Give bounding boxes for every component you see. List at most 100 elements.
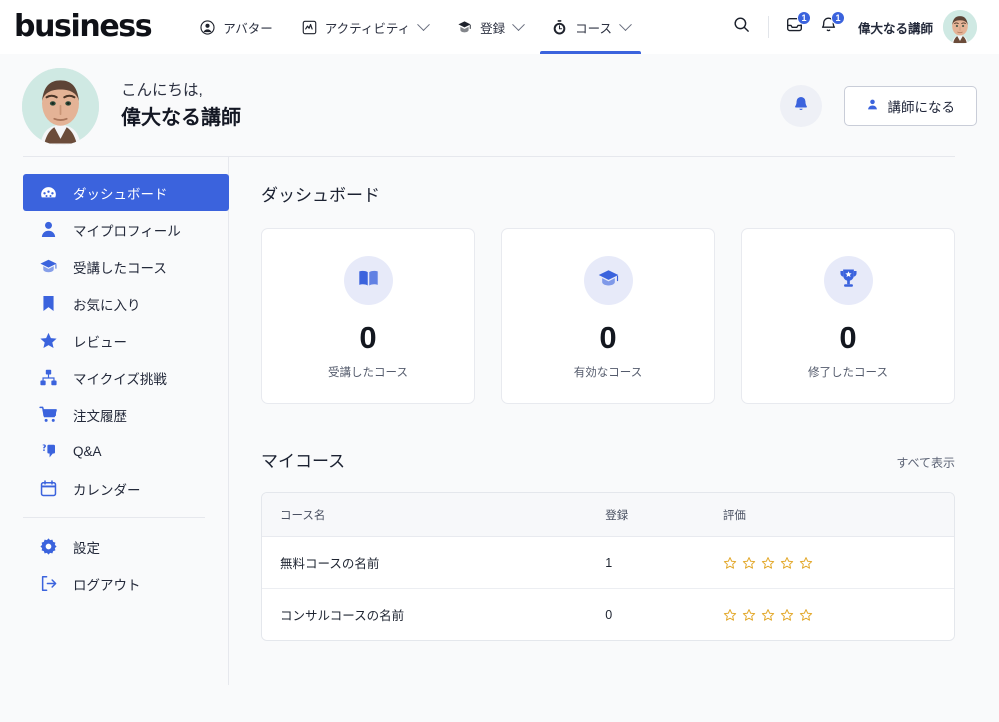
- nav-item-label: アバター: [223, 21, 273, 36]
- courses-title: マイコース: [261, 452, 346, 471]
- greeting-actions: 講師になる: [779, 85, 977, 127]
- cell-enrolled-count: 1: [587, 536, 705, 589]
- stat-cards: 0 受講したコース 0 有効なコース 0 修了したコース: [261, 228, 955, 404]
- activity-chart-icon: [301, 19, 318, 36]
- sidebar-item-label: マイクイズ挑戦: [73, 371, 167, 387]
- courses-section-header: マイコース すべて表示: [261, 447, 955, 472]
- star-icon: [799, 556, 813, 569]
- sidebar-item-label: Q&A: [73, 444, 102, 459]
- nav-item-courses[interactable]: コース: [537, 0, 644, 54]
- stat-label: 有効なコース: [573, 367, 643, 379]
- rating-stars[interactable]: [723, 556, 954, 570]
- stat-label: 修了したコース: [808, 367, 888, 379]
- greeting-notifications-button[interactable]: [779, 85, 822, 127]
- become-instructor-label: 講師になる: [887, 100, 956, 115]
- star-icon: [39, 331, 58, 350]
- sidebar-item-label: 設定: [73, 540, 100, 556]
- stat-icon-wrap: [583, 256, 633, 305]
- sidebar-item-label: お気に入り: [73, 297, 141, 313]
- question-answer-icon: [39, 442, 58, 461]
- sidebar-item-dashboard[interactable]: ダッシュボード: [23, 174, 229, 211]
- become-instructor-button[interactable]: 講師になる: [843, 86, 977, 126]
- sidebar-item-label: マイプロフィール: [73, 223, 181, 239]
- table-row[interactable]: コンサルコースの名前 0: [262, 588, 954, 640]
- graduation-cap-icon: [597, 267, 620, 295]
- star-icon: [780, 608, 794, 621]
- open-book-icon: [357, 267, 380, 295]
- avatar[interactable]: [943, 10, 977, 44]
- table-head: コース名 登録 評価: [262, 493, 954, 537]
- logout-icon: [39, 574, 58, 593]
- user-circle-icon: [199, 19, 216, 36]
- table-row[interactable]: 無料コースの名前 1: [262, 536, 954, 589]
- nav-item-avatar[interactable]: アバター: [185, 0, 287, 54]
- stat-card-completed: 0 修了したコース: [741, 228, 955, 404]
- column-header-rating: 評価: [704, 493, 954, 537]
- nav-item-label: アクティビティ: [324, 21, 411, 36]
- star-icon: [723, 608, 737, 621]
- chevron-down-icon: [619, 17, 632, 31]
- sidebar-item-order-history[interactable]: 注文履歴: [23, 396, 229, 433]
- cell-rating: [704, 536, 954, 589]
- notifications-badge: 1: [830, 11, 845, 25]
- inbox-button[interactable]: 1: [778, 10, 812, 44]
- star-icon: [742, 608, 756, 621]
- stat-card-enrolled: 0 受講したコース: [261, 228, 475, 404]
- cell-rating: [704, 588, 954, 640]
- sidebar-item-settings[interactable]: 設定: [23, 528, 229, 565]
- greeting-avatar: [22, 67, 99, 145]
- sidebar-item-reviews[interactable]: レビュー: [23, 322, 229, 359]
- cell-course-name: 無料コースの名前: [262, 536, 588, 589]
- sidebar-item-profile[interactable]: マイプロフィール: [23, 211, 229, 248]
- sidebar-divider: [23, 517, 205, 518]
- stat-value: 0: [839, 320, 857, 355]
- star-icon: [780, 556, 794, 569]
- page-title: ダッシュボード: [261, 186, 380, 205]
- graduation-cap-icon: [39, 257, 58, 276]
- star-icon: [799, 608, 813, 621]
- sidebar-item-qa[interactable]: Q&A: [23, 433, 229, 470]
- stat-label: 受講したコース: [328, 367, 408, 379]
- stat-icon-wrap: [343, 256, 393, 305]
- greeting-hello: こんにちは,: [121, 81, 203, 99]
- column-header-enrolled: 登録: [587, 493, 705, 537]
- nav-item-activity[interactable]: アクティビティ: [287, 0, 442, 54]
- nav-item-enroll[interactable]: 登録: [442, 0, 537, 54]
- sidebar-item-enrolled-courses[interactable]: 受講したコース: [23, 248, 229, 285]
- top-navigation-bar: business アバター アクティビティ 登録 コース 1 1 偉大なる講師: [0, 0, 999, 54]
- course-clock-icon: [551, 19, 568, 36]
- sidebar-item-label: ログアウト: [73, 577, 141, 593]
- greeting-text: こんにちは, 偉大なる講師: [121, 79, 241, 133]
- sidebar-item-calendar[interactable]: カレンダー: [23, 470, 229, 507]
- sidebar-item-logout[interactable]: ログアウト: [23, 565, 229, 602]
- nav-username[interactable]: 偉大なる講師: [858, 18, 933, 37]
- sidebar-item-label: 受講したコース: [73, 260, 167, 276]
- calendar-icon: [39, 479, 58, 498]
- column-header-course-name: コース名: [262, 493, 588, 537]
- greeting-section: こんにちは, 偉大なる講師 講師になる: [0, 54, 999, 146]
- quiz-sitemap-icon: [39, 368, 58, 387]
- trophy-icon: [837, 267, 860, 295]
- courses-table-container: コース名 登録 評価 無料コースの名前 1 コンサルコースの名前 0: [261, 492, 955, 641]
- content-area: ダッシュボード マイプロフィール 受講したコース お気に入り レビュー マイクイ…: [0, 157, 999, 704]
- see-all-link[interactable]: すべて表示: [896, 454, 955, 471]
- greeting-username: 偉大なる講師: [121, 107, 241, 129]
- nav-divider: [767, 16, 769, 38]
- sidebar-item-label: レビュー: [73, 334, 127, 350]
- person-icon: [866, 98, 879, 114]
- star-icon: [723, 556, 737, 569]
- sidebar-item-label: ダッシュボード: [73, 186, 168, 202]
- stat-icon-wrap: [823, 256, 873, 305]
- sidebar-item-favorites[interactable]: お気に入り: [23, 285, 229, 322]
- stat-value: 0: [359, 320, 377, 355]
- brand-logo[interactable]: business: [14, 12, 153, 42]
- courses-table: コース名 登録 評価 無料コースの名前 1 コンサルコースの名前 0: [262, 493, 954, 640]
- sidebar-item-quiz-attempts[interactable]: マイクイズ挑戦: [23, 359, 229, 396]
- table-body: 無料コースの名前 1 コンサルコースの名前 0: [262, 536, 954, 640]
- inbox-badge: 1: [796, 11, 811, 25]
- rating-stars[interactable]: [723, 608, 954, 622]
- shopping-cart-icon: [39, 405, 58, 424]
- chevron-down-icon: [512, 17, 525, 31]
- notifications-button[interactable]: 1: [812, 10, 846, 44]
- search-button[interactable]: [725, 10, 759, 44]
